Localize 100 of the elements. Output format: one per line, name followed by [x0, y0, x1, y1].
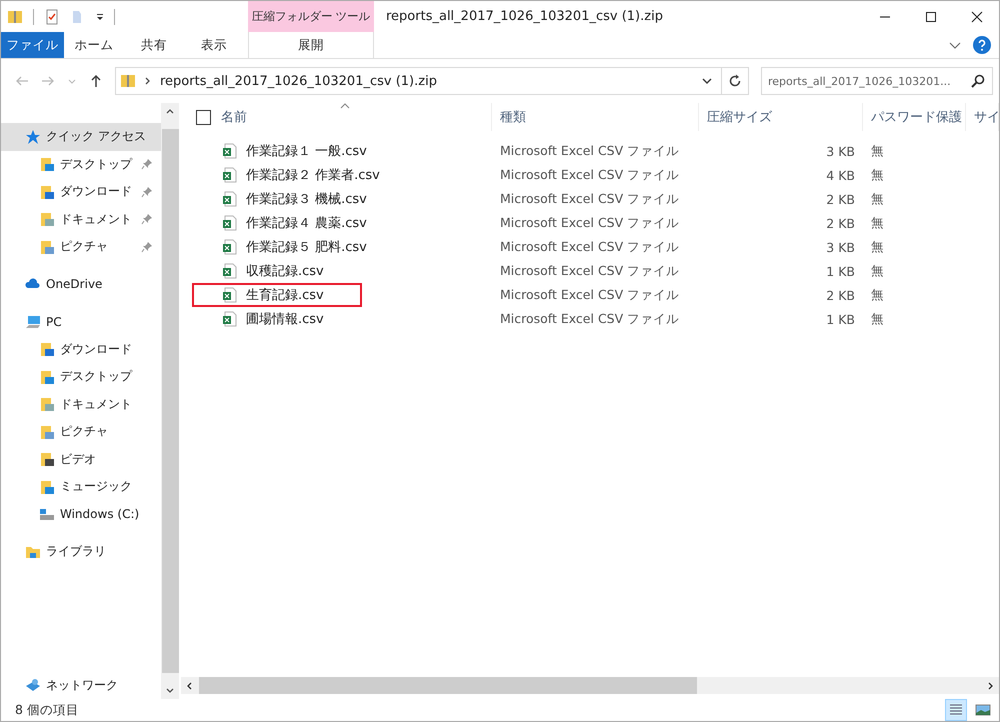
excel-file-icon — [222, 263, 238, 279]
table-cell-text: 無 — [870, 166, 885, 184]
excel-file-icon — [222, 215, 238, 231]
search-field[interactable]: reports_all_2017_1026_103201... — [761, 67, 993, 95]
sidebar-item[interactable]: ドキュメント — [1, 390, 161, 418]
address-bar[interactable]: reports_all_2017_1026_103201_csv (1).zip — [115, 67, 749, 95]
dropdown-icon[interactable] — [96, 12, 104, 20]
ribbon-tab[interactable]: ホーム — [64, 32, 124, 58]
column-header[interactable]: サイ — [966, 103, 999, 131]
sidebar-label: ピクチャ — [60, 423, 109, 440]
horizontal-scrollbar[interactable] — [181, 677, 999, 694]
file-name[interactable]: 圃場情報.csv — [246, 310, 324, 328]
help-icon[interactable] — [973, 36, 991, 54]
sidebar-item[interactable]: ライブラリ — [1, 538, 161, 566]
properties-icon[interactable] — [44, 8, 60, 24]
table-cell-text: 無 — [870, 238, 885, 256]
sidebar-item[interactable]: PC — [1, 308, 161, 336]
sidebar-item[interactable]: ピクチャ — [1, 233, 161, 260]
file-name[interactable]: 作業記録４ 農薬.csv — [246, 214, 367, 232]
sidebar-item[interactable]: ネットワーク — [1, 672, 161, 699]
sidebar-item[interactable]: Windows (C:) — [1, 500, 161, 528]
column-header[interactable]: 名前 — [179, 103, 492, 131]
sidebar-label: ダウンロード — [60, 340, 133, 358]
sidebar-item[interactable]: ダウンロード — [1, 336, 161, 363]
table-cell-text: 無 — [870, 310, 885, 328]
network-icon — [25, 677, 41, 694]
context-tab-title: 圧縮フォルダー ツール — [248, 1, 374, 32]
sidebar-item[interactable]: OneDrive — [1, 270, 161, 298]
sidebar-label: ネットワーク — [46, 676, 118, 694]
folder-icon — [39, 184, 55, 200]
column-label: 名前 — [221, 109, 247, 126]
table-cell-text: Microsoft Excel CSV ファイル — [499, 142, 680, 160]
sidebar-label: ピクチャ — [60, 238, 109, 256]
file-name[interactable]: 作業記録２ 作業者.csv — [246, 166, 380, 184]
table-cell-text: 2 KB — [825, 216, 856, 230]
sidebar-item[interactable]: ミュージック — [1, 473, 161, 500]
table-cell-text: 2 KB — [825, 288, 856, 302]
select-all-checkbox[interactable] — [196, 110, 211, 124]
column-header[interactable]: パスワード保護 — [863, 103, 966, 131]
sidebar-item[interactable]: クイック アクセス — [1, 123, 161, 150]
sidebar-label: ミュージック — [60, 478, 133, 496]
pin-icon[interactable] — [141, 186, 153, 198]
drive-icon — [39, 506, 55, 522]
table-cell-text: Microsoft Excel CSV ファイル — [499, 190, 680, 208]
pin-icon[interactable] — [141, 158, 153, 170]
excel-file-icon — [222, 239, 238, 255]
file-name[interactable]: 作業記録１ 一般.csv — [246, 142, 367, 160]
sidebar-label: ビデオ — [60, 450, 97, 468]
ribbon-tab[interactable]: ファイル — [1, 32, 64, 58]
ribbon-tab[interactable]: 表示 — [184, 32, 244, 58]
sidebar-item[interactable]: デスクトップ — [1, 150, 161, 178]
star-icon — [25, 128, 41, 145]
sidebar-item[interactable]: ドキュメント — [1, 206, 161, 233]
file-name[interactable]: 生育記録.csv — [246, 286, 324, 304]
pin-icon[interactable] — [141, 240, 153, 253]
sidebar-item[interactable]: ビデオ — [1, 446, 161, 473]
up-arrow-icon[interactable] — [89, 74, 103, 88]
folder-icon — [39, 424, 55, 440]
table-cell-text: Microsoft Excel CSV ファイル — [499, 310, 680, 328]
zip-folder-icon[interactable] — [7, 8, 23, 24]
folder-icon — [39, 451, 55, 468]
landscape-thumbnail-icon — [975, 702, 991, 718]
file-name[interactable]: 作業記録３ 機械.csv — [246, 190, 367, 208]
table-cell-text: 3 KB — [825, 144, 856, 158]
table-cell-text: Microsoft Excel CSV ファイル — [499, 262, 680, 280]
excel-file-icon — [222, 287, 238, 303]
column-header[interactable]: 圧縮サイズ — [699, 103, 863, 131]
sidebar-item[interactable]: デスクトップ — [1, 363, 161, 390]
sidebar-label: デスクトップ — [60, 156, 134, 173]
sidebar-item[interactable]: ダウンロード — [1, 178, 161, 206]
table-cell-text: Microsoft Excel CSV ファイル — [499, 238, 680, 256]
zip-folder-icon — [120, 73, 136, 89]
table-cell-text: Microsoft Excel CSV ファイル — [499, 286, 680, 304]
item-count: 8 個の項目 — [15, 702, 79, 718]
sidebar-label: OneDrive — [46, 277, 102, 292]
table-cell-text: 無 — [870, 190, 885, 208]
scroll-thumb[interactable] — [199, 677, 697, 694]
table-cell-text: 無 — [870, 262, 885, 280]
details-view-button[interactable] — [945, 699, 967, 721]
file-name[interactable]: 収穫記録.csv — [246, 262, 324, 280]
folder-icon — [39, 478, 55, 495]
table-cell-text: 2 KB — [825, 192, 856, 206]
sidebar-item[interactable]: ピクチャ — [1, 418, 161, 446]
table-cell-text: Microsoft Excel CSV ファイル — [499, 214, 680, 232]
computer-icon — [25, 314, 41, 330]
maximize-icon[interactable] — [925, 10, 937, 22]
window-title: reports_all_2017_1026_103201_csv (1).zip — [385, 9, 664, 24]
table-cell-text: 4 KB — [825, 168, 856, 182]
pin-icon[interactable] — [141, 213, 153, 226]
ribbon-tab[interactable]: 共有 — [124, 32, 184, 58]
sidebar-label: Windows (C:) — [60, 507, 140, 522]
file-name[interactable]: 作業記録５ 肥料.csv — [246, 238, 367, 256]
sidebar-label: ドキュメント — [60, 210, 133, 228]
table-cell-text: Microsoft Excel CSV ファイル — [499, 166, 680, 184]
refresh-icon[interactable] — [728, 74, 742, 88]
column-header[interactable]: 種類 — [492, 103, 699, 131]
search-icon[interactable] — [971, 74, 985, 88]
table-cell-text: 3 KB — [825, 240, 856, 254]
close-icon[interactable] — [971, 10, 983, 22]
ribbon-tab[interactable]: 展開 — [248, 32, 374, 58]
